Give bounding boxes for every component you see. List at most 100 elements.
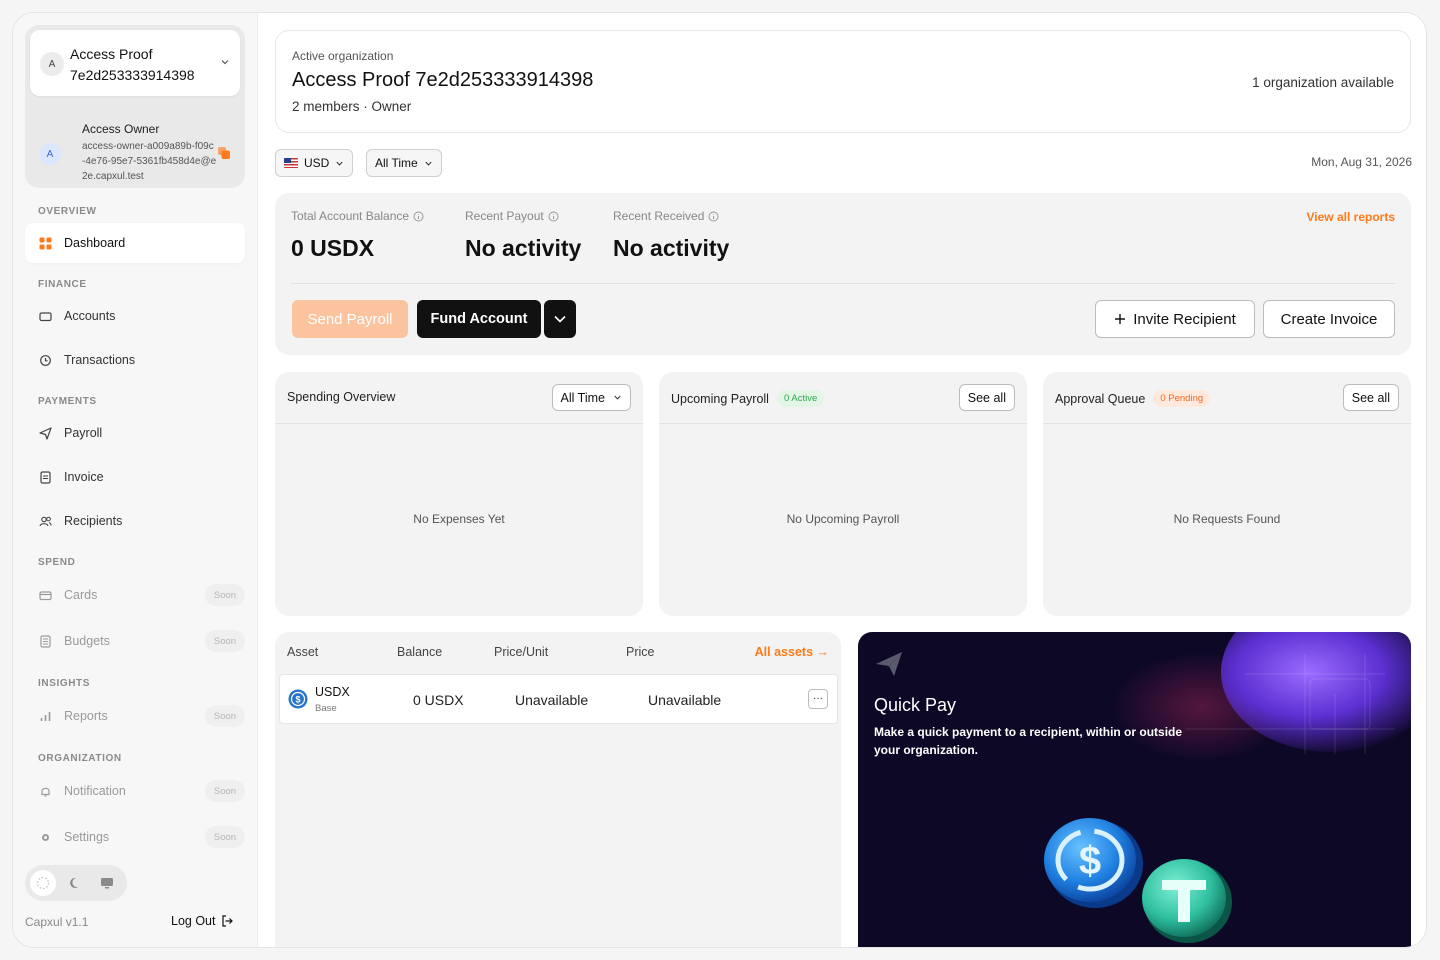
info-icon[interactable] bbox=[413, 211, 424, 222]
spending-period-value: All Time bbox=[560, 390, 605, 405]
org-meta: 2 members · Owner bbox=[292, 99, 412, 114]
logout-button[interactable]: Log Out bbox=[171, 914, 234, 928]
sidebar-item-notification[interactable]: Notification Soon bbox=[25, 771, 245, 811]
ledger-icon bbox=[40, 634, 51, 648]
dashboard-icon bbox=[39, 237, 52, 249]
theme-dark-button[interactable] bbox=[62, 870, 88, 896]
user-avatar: A bbox=[39, 143, 61, 165]
sidebar-item-payroll[interactable]: Payroll bbox=[25, 413, 245, 453]
view-all-reports-link[interactable]: View all reports bbox=[1307, 210, 1395, 224]
stat-total-balance: Total Account Balance 0 USDX bbox=[291, 209, 424, 262]
sidebar-item-label: Accounts bbox=[64, 309, 116, 323]
stat-label: Total Account Balance bbox=[291, 209, 410, 223]
user-name: Access Owner bbox=[82, 122, 160, 136]
sidebar-item-label: Payroll bbox=[64, 426, 103, 440]
column-header: Asset bbox=[287, 645, 319, 659]
chevron-down-icon bbox=[425, 161, 432, 166]
period-select[interactable]: All Time bbox=[366, 149, 442, 177]
sidebar-item-invoice[interactable]: Invoice bbox=[25, 457, 245, 497]
app-version: Capxul v1.1 bbox=[25, 915, 89, 929]
empty-state: No Expenses Yet bbox=[413, 512, 505, 526]
usdx-coin-icon: $ bbox=[288, 689, 308, 709]
sidebar-item-accounts[interactable]: Accounts bbox=[25, 296, 245, 336]
column-header: Price bbox=[626, 645, 655, 659]
sidebar-item-cards[interactable]: Cards Soon bbox=[25, 575, 245, 615]
theme-toggle bbox=[25, 865, 127, 901]
soon-badge: Soon bbox=[205, 826, 245, 848]
approval-queue-panel: Approval Queue 0 Pending See all No Requ… bbox=[1043, 372, 1411, 616]
send-payroll-button[interactable]: Send Payroll bbox=[292, 300, 408, 338]
section-spend: SPEND bbox=[38, 557, 76, 568]
asset-balance: 0 USDX bbox=[413, 692, 464, 708]
org-card: A Access Proof 7e2d253333914398 A Access… bbox=[25, 25, 245, 188]
table-row[interactable]: $ USDX Base 0 USDX Unavailable Unavailab… bbox=[279, 674, 838, 724]
sidebar-item-label: Transactions bbox=[64, 353, 136, 367]
info-icon[interactable] bbox=[548, 211, 559, 222]
divider bbox=[291, 283, 1395, 284]
sidebar-item-reports[interactable]: Reports Soon bbox=[25, 696, 245, 736]
fund-account-menu-button[interactable] bbox=[544, 300, 576, 338]
invite-recipient-button[interactable]: Invite Recipient bbox=[1095, 300, 1255, 338]
user-email: access-owner-a009a89b-f09c-4e76-95e7-536… bbox=[82, 141, 217, 182]
org-name: Access Proof 7e2d253333914398 bbox=[70, 46, 195, 83]
all-assets-link[interactable]: All assets → bbox=[755, 645, 829, 659]
history-icon bbox=[40, 354, 51, 366]
us-flag-icon bbox=[284, 158, 298, 168]
sidebar-item-label: Notification bbox=[64, 784, 126, 798]
bell-icon bbox=[41, 787, 50, 797]
panel-title: Approval Queue bbox=[1055, 391, 1146, 406]
sidebar-item-label: Invoice bbox=[64, 470, 104, 484]
header-label: Active organization bbox=[292, 49, 394, 63]
spending-period-select[interactable]: All Time bbox=[551, 384, 631, 411]
sidebar-item-label: Reports bbox=[64, 709, 108, 723]
panel-header: Approval Queue 0 Pending See all bbox=[1043, 372, 1411, 424]
chevron-down-icon bbox=[336, 161, 343, 166]
more-options-button[interactable]: ··· bbox=[808, 689, 828, 709]
asset-price-unit: Unavailable bbox=[515, 692, 589, 708]
panel-header: Upcoming Payroll 0 Active See all bbox=[659, 372, 1027, 424]
main-content: Active organization Access Proof 7e2d253… bbox=[259, 13, 1426, 947]
sidebar-item-label: Budgets bbox=[64, 634, 110, 648]
sun-icon bbox=[36, 876, 50, 890]
org-available[interactable]: 1 organization available bbox=[1252, 75, 1394, 90]
sidebar-item-dashboard[interactable]: Dashboard bbox=[25, 223, 245, 263]
sidebar-item-recipients[interactable]: Recipients bbox=[25, 501, 245, 541]
svg-text:$: $ bbox=[1079, 839, 1101, 883]
section-payments: PAYMENTS bbox=[38, 396, 97, 407]
users-icon bbox=[39, 516, 52, 526]
bar-chart-icon bbox=[40, 711, 51, 721]
sidebar-item-settings[interactable]: Settings Soon bbox=[25, 817, 245, 857]
gear-icon bbox=[42, 833, 49, 841]
theme-system-button[interactable] bbox=[94, 870, 120, 896]
chevron-down-icon bbox=[221, 60, 229, 65]
copy-icon[interactable] bbox=[217, 146, 231, 160]
panel-title: Spending Overview bbox=[287, 390, 396, 404]
paper-plane-icon bbox=[876, 652, 902, 676]
balance-card: Total Account Balance 0 USDX Recent Payo… bbox=[275, 193, 1411, 355]
spending-overview-panel: Spending Overview All Time No Expenses Y… bbox=[275, 372, 643, 616]
create-invoice-button[interactable]: Create Invoice bbox=[1263, 300, 1395, 338]
wallet-icon bbox=[39, 311, 52, 321]
org-avatar: A bbox=[40, 52, 64, 76]
fund-account-button[interactable]: Fund Account bbox=[417, 300, 541, 338]
moon-icon bbox=[70, 877, 78, 888]
see-all-payroll-button[interactable]: See all bbox=[958, 384, 1015, 411]
section-overview: OVERVIEW bbox=[38, 206, 97, 217]
stat-value: No activity bbox=[613, 235, 730, 261]
section-finance: FINANCE bbox=[38, 279, 87, 290]
sidebar-item-budgets[interactable]: Budgets Soon bbox=[25, 621, 245, 661]
soon-badge: Soon bbox=[205, 705, 245, 727]
stat-recent-payout: Recent Payout No activity bbox=[465, 209, 581, 262]
currency-select[interactable]: USD bbox=[275, 149, 354, 177]
sidebar-item-label: Cards bbox=[64, 588, 98, 602]
empty-state: No Requests Found bbox=[1173, 512, 1281, 526]
org-switcher[interactable]: A Access Proof 7e2d253333914398 bbox=[30, 30, 240, 96]
theme-light-button[interactable] bbox=[30, 870, 56, 896]
soon-badge: Soon bbox=[205, 630, 245, 652]
svg-text:$: $ bbox=[295, 695, 300, 705]
panel-title: Upcoming Payroll bbox=[671, 391, 769, 406]
sidebar-item-transactions[interactable]: Transactions bbox=[25, 340, 245, 380]
see-all-approvals-button[interactable]: See all bbox=[1342, 384, 1399, 411]
quick-pay-card[interactable]: Quick Pay Make a quick payment to a reci… bbox=[858, 632, 1411, 947]
info-icon[interactable] bbox=[708, 211, 719, 222]
